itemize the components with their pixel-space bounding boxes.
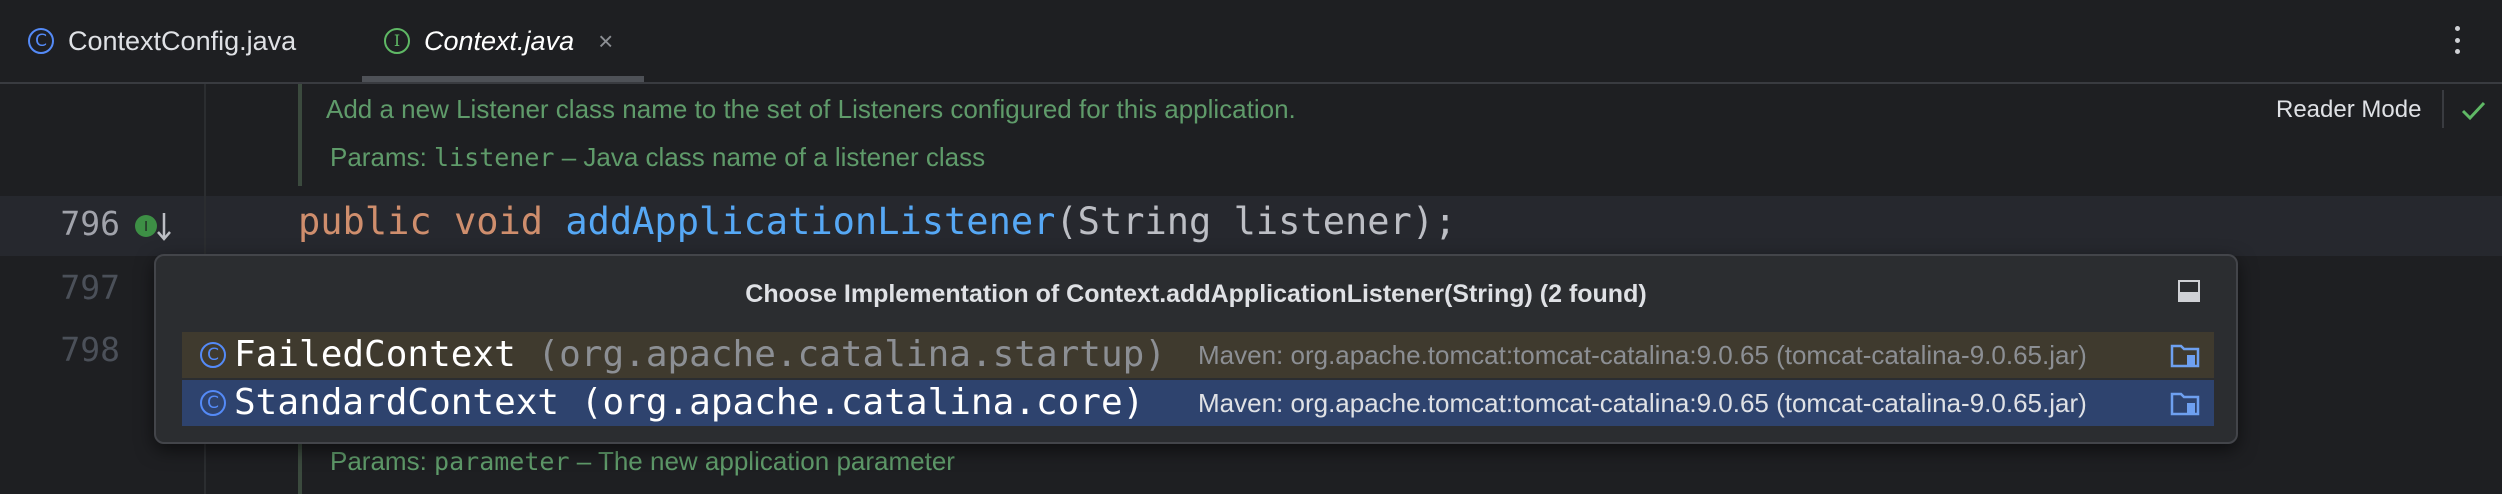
method-signature: (String listener); (1055, 200, 1457, 243)
params-label: Params: (330, 446, 427, 476)
keyword: public (298, 200, 432, 243)
param-description: – Java class name of a listener class (561, 142, 986, 172)
line-number: 796 (60, 204, 120, 243)
choose-implementation-popup: Choose Implementation of Context.addAppl… (154, 254, 2238, 444)
param-name: listener (434, 143, 555, 172)
code-line-796[interactable]: public void addApplicationListener(Strin… (298, 200, 1456, 243)
editor-tab-bar: C ContextConfig.java I Context.java × (0, 0, 2502, 84)
svg-text:I: I (144, 220, 148, 235)
keyword: void (453, 200, 544, 243)
more-options-icon[interactable] (2442, 20, 2472, 60)
doc-params: Params: parameter – The new application … (330, 446, 955, 477)
close-icon[interactable]: × (598, 26, 613, 57)
implementation-package: (org.apache.catalina.startup) (537, 334, 1166, 375)
implementation-class: StandardContext (org.apache.catalina.cor… (234, 382, 1145, 423)
implemented-down-arrow-icon[interactable]: I (134, 210, 174, 244)
implementation-package: (org.apache.catalina.core) (580, 382, 1145, 423)
implementation-item-standard-context[interactable]: C StandardContext (org.apache.catalina.c… (182, 380, 2214, 426)
implementation-class: FailedContext (org.apache.catalina.start… (234, 334, 1166, 375)
implementation-location: Maven: org.apache.tomcat:tomcat-catalina… (1198, 340, 2087, 370)
doc-comment-bar (298, 84, 302, 186)
line-number: 798 (60, 330, 120, 369)
reader-mode-toggle[interactable]: Reader Mode (2276, 96, 2421, 124)
active-tab-indicator (362, 76, 644, 82)
doc-description: Add a new Listener class name to the set… (326, 94, 1296, 124)
tab-label: Context.java (424, 25, 575, 56)
param-description: – The new application parameter (576, 446, 955, 476)
check-icon (2461, 101, 2486, 121)
param-name: parameter (434, 447, 570, 476)
jar-library-icon (2170, 344, 2200, 368)
jar-library-icon (2170, 392, 2200, 416)
interface-icon: I (384, 28, 410, 54)
implementation-location: Maven: org.apache.tomcat:tomcat-catalina… (1198, 388, 2087, 418)
tab-context[interactable]: I Context.java × (384, 0, 613, 82)
doc-params: Params: listener – Java class name of a … (330, 142, 985, 173)
method-name[interactable]: addApplicationListener (565, 200, 1055, 243)
params-label: Params: (330, 142, 427, 172)
tab-label: ContextConfig.java (68, 25, 297, 56)
popup-title: Choose Implementation of Context.addAppl… (745, 280, 1647, 308)
doc-comment-bar (298, 436, 302, 494)
tab-context-config[interactable]: C ContextConfig.java (28, 0, 296, 82)
implementation-item-failed-context[interactable]: C FailedContext (org.apache.catalina.sta… (182, 332, 2214, 378)
line-number: 797 (60, 268, 120, 307)
class-icon: C (200, 342, 226, 368)
toolbar-divider (2442, 90, 2444, 128)
open-in-find-window-icon[interactable] (2178, 280, 2200, 302)
class-icon: C (28, 28, 54, 54)
class-icon: C (200, 390, 226, 416)
